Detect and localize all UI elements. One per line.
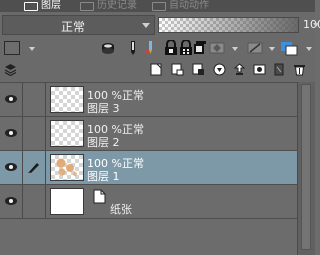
layer-name: 图层 3 xyxy=(87,102,120,115)
lock-transparency-icon[interactable] xyxy=(144,40,158,56)
merge-down-icon[interactable] xyxy=(213,63,226,76)
transfer-down-icon[interactable] xyxy=(233,63,246,76)
layer-color-dropdown-icon[interactable] xyxy=(306,47,312,51)
tab-layers-label: 图层 xyxy=(41,0,61,11)
visibility-toggle[interactable] xyxy=(0,83,23,116)
tab-auto-actions[interactable]: 自动动作 xyxy=(152,0,209,12)
layer-stack-icon[interactable] xyxy=(4,63,17,76)
new-raster-layer-icon[interactable] xyxy=(150,63,163,76)
layer-row-1[interactable]: 100 %正常 图层 1 xyxy=(0,151,297,184)
layer-row-paper[interactable]: 纸张 xyxy=(0,185,297,218)
paper-layer-icon xyxy=(93,189,106,204)
eye-icon xyxy=(5,95,17,103)
pen-icon[interactable] xyxy=(126,40,140,56)
visibility-toggle[interactable] xyxy=(0,185,23,218)
tab-history[interactable]: 历史记录 xyxy=(80,0,137,12)
opacity-dropdown-icon[interactable] xyxy=(313,23,319,27)
clear-layer-icon[interactable] xyxy=(273,63,286,76)
layer-thumbnail xyxy=(50,120,84,147)
opacity-slider-fill xyxy=(159,18,298,32)
layer-action-bar xyxy=(0,60,315,80)
blend-mode-select[interactable]: 正常 xyxy=(2,15,155,35)
visibility-toggle[interactable] xyxy=(0,151,23,184)
paper-thumbnail xyxy=(50,188,84,215)
edit-target-cell[interactable] xyxy=(24,83,46,116)
pen-icon xyxy=(28,163,39,173)
color-swatch-dropdown-icon[interactable] xyxy=(29,47,35,51)
edit-target-cell[interactable] xyxy=(24,151,46,184)
create-mask-icon[interactable] xyxy=(253,63,266,76)
sketch-preview-icon xyxy=(56,158,77,176)
auto-action-tab-icon xyxy=(152,1,166,11)
history-tab-icon xyxy=(80,1,94,11)
row-divider xyxy=(0,218,297,219)
panel-tabs: 图层 历史记录 自动动作 xyxy=(0,0,315,12)
mask-icon[interactable] xyxy=(101,40,115,56)
draft-layer-icon[interactable] xyxy=(246,40,266,56)
eye-icon xyxy=(5,197,17,205)
draft-dropdown-icon[interactable] xyxy=(269,47,275,51)
edit-target-cell[interactable] xyxy=(24,117,46,150)
layer-color-icon[interactable] xyxy=(279,40,299,56)
reference-icon[interactable] xyxy=(208,40,228,56)
delete-layer-icon[interactable] xyxy=(293,63,306,76)
layer-panel: 图层 历史记录 自动动作 正常 100 xyxy=(0,0,320,255)
layer-name: 图层 1 xyxy=(87,170,120,183)
layer-row-2[interactable]: 100 %正常 图层 2 xyxy=(0,117,297,150)
visibility-toggle[interactable] xyxy=(0,117,23,150)
edit-target-cell[interactable] xyxy=(24,185,46,218)
layer-name: 纸张 xyxy=(110,203,132,216)
eye-icon xyxy=(5,163,17,171)
layer-name: 图层 2 xyxy=(87,136,120,149)
new-folder-icon[interactable] xyxy=(192,63,205,76)
clip-icon[interactable] xyxy=(192,40,206,56)
layers-tab-icon xyxy=(24,1,38,11)
layer-list: 100 %正常 图层 3 100 %正常 图层 2 100 %正常 图层 1 纸… xyxy=(0,82,315,255)
opacity-slider[interactable] xyxy=(158,17,299,33)
layer-row-3[interactable]: 100 %正常 图层 3 xyxy=(0,83,297,116)
tab-history-label: 历史记录 xyxy=(97,0,137,11)
tab-auto-actions-label: 自动动作 xyxy=(169,0,209,11)
chevron-down-icon xyxy=(142,23,150,28)
blend-mode-value: 正常 xyxy=(61,20,86,34)
scrollbar-thumb[interactable] xyxy=(301,84,311,250)
tab-layers[interactable]: 图层 xyxy=(24,0,61,12)
layer-thumbnail xyxy=(50,86,84,113)
reference-dropdown-icon[interactable] xyxy=(232,47,238,51)
lock-icon[interactable] xyxy=(164,40,178,56)
new-vector-layer-icon[interactable] xyxy=(171,63,184,76)
lock-all-icon[interactable] xyxy=(179,40,193,56)
layer-thumbnail xyxy=(50,154,84,181)
eye-icon xyxy=(5,129,17,137)
layer-property-bar xyxy=(0,37,315,59)
layer-color-swatch[interactable] xyxy=(4,41,20,55)
